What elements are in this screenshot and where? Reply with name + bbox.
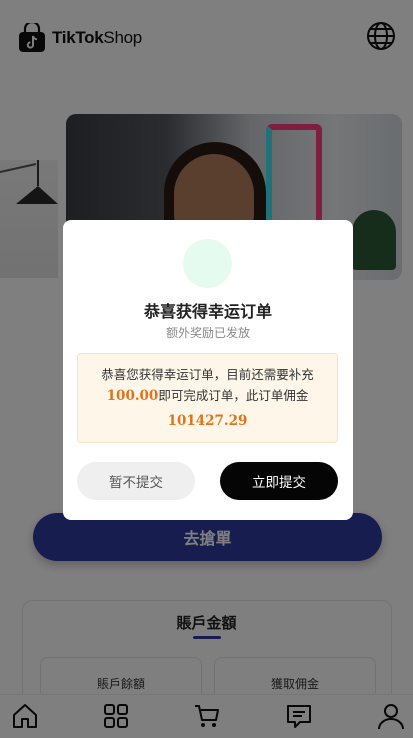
notice-box: 恭喜您获得幸运订单，目前还需要补充 100.00即可完成订单，此订单佣金 101… bbox=[77, 353, 338, 443]
notice-text-line1: 恭喜您获得幸运订单，目前还需要补充 bbox=[101, 367, 314, 382]
dialog-subtitle: 额外奖励已发放 bbox=[165, 326, 250, 340]
commission-amount: 101427.29 bbox=[167, 413, 248, 429]
postpone-button[interactable]: 暂不提交 bbox=[77, 462, 195, 500]
notice-text-line2: 100.00即可完成订单，此订单佣金 bbox=[78, 385, 337, 407]
success-icon bbox=[183, 239, 232, 288]
dialog-title: 恭喜获得幸运订单 bbox=[143, 302, 272, 321]
lucky-order-dialog: 恭喜获得幸运订单 额外奖励已发放 恭喜您获得幸运订单，目前还需要补充 100.0… bbox=[63, 220, 353, 520]
submit-now-button[interactable]: 立即提交 bbox=[220, 462, 338, 500]
required-amount: 100.00 bbox=[106, 388, 159, 404]
notice-text-line2-label: 即可完成订单，此订单佣金 bbox=[158, 388, 309, 403]
